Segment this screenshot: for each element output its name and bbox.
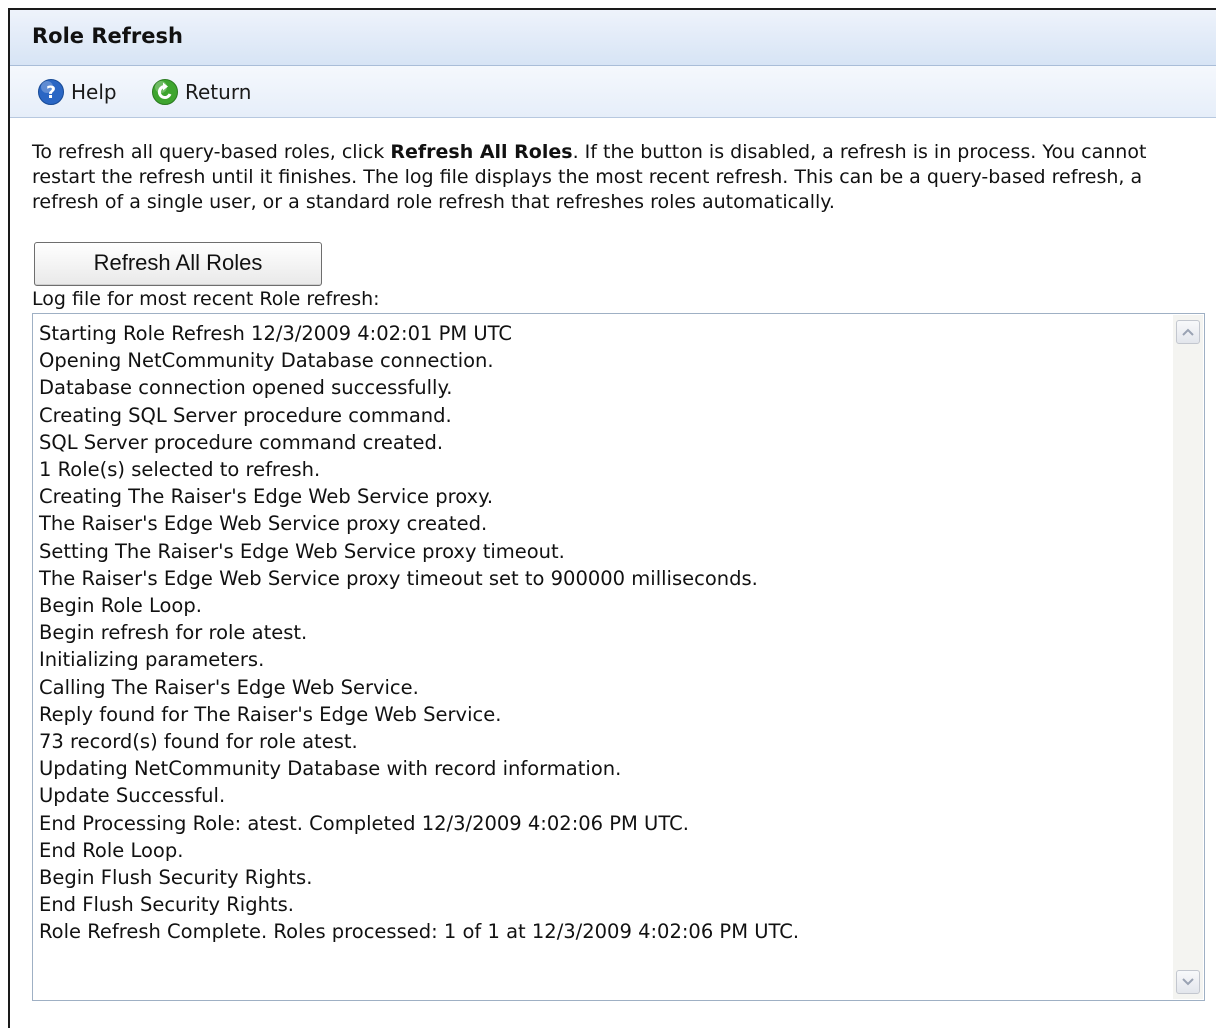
role-refresh-panel: Role Refresh ? Help Return To refresh al… xyxy=(8,8,1216,1028)
help-icon: ? xyxy=(38,79,64,105)
log-line: Setting The Raiser's Edge Web Service pr… xyxy=(39,539,565,563)
log-content: Starting Role Refresh 12/3/2009 4:02:01 … xyxy=(39,320,1164,946)
log-scrollbar[interactable] xyxy=(1173,315,1203,999)
instructions-part1: To refresh all query-based roles, click xyxy=(32,141,391,163)
log-line: 73 record(s) found for role atest. xyxy=(39,730,358,754)
log-line: Opening NetCommunity Database connection… xyxy=(39,349,494,373)
log-label: Log file for most recent Role refresh: xyxy=(32,288,380,310)
log-line: Update Successful. xyxy=(39,784,226,808)
return-link[interactable]: Return xyxy=(151,79,251,105)
log-line: Database connection opened successfully. xyxy=(39,376,453,400)
log-textarea[interactable]: Starting Role Refresh 12/3/2009 4:02:01 … xyxy=(32,313,1205,1001)
svg-text:?: ? xyxy=(46,83,56,103)
scroll-up-button[interactable] xyxy=(1176,320,1200,344)
log-line: Begin Flush Security Rights. xyxy=(39,866,313,890)
log-line: Reply found for The Raiser's Edge Web Se… xyxy=(39,702,502,726)
log-line: Initializing parameters. xyxy=(39,648,265,672)
title-bar: Role Refresh xyxy=(10,10,1216,66)
instructions-bold: Refresh All Roles xyxy=(390,141,573,163)
toolbar: ? Help Return xyxy=(10,66,1216,118)
log-line: End Role Loop. xyxy=(39,838,184,862)
log-line: SQL Server procedure command created. xyxy=(39,430,444,454)
log-line: Begin refresh for role atest. xyxy=(39,621,308,645)
help-label: Help xyxy=(71,80,117,104)
chevron-down-icon xyxy=(1182,978,1194,986)
log-line: End Flush Security Rights. xyxy=(39,893,294,917)
scroll-down-button[interactable] xyxy=(1176,970,1200,994)
refresh-all-roles-button[interactable]: Refresh All Roles xyxy=(34,242,322,286)
log-line: End Processing Role: atest. Completed 12… xyxy=(39,811,689,835)
log-line: The Raiser's Edge Web Service proxy time… xyxy=(39,566,758,590)
instructions-text: To refresh all query-based roles, click … xyxy=(32,140,1202,215)
help-link[interactable]: ? Help xyxy=(37,79,117,105)
page-title: Role Refresh xyxy=(32,24,183,48)
log-line: Creating SQL Server procedure command. xyxy=(39,403,452,427)
log-line: Updating NetCommunity Database with reco… xyxy=(39,757,622,781)
log-line: Starting Role Refresh 12/3/2009 4:02:01 … xyxy=(39,322,513,345)
chevron-up-icon xyxy=(1182,328,1194,336)
return-label: Return xyxy=(185,80,252,104)
log-line: Role Refresh Complete. Roles processed: … xyxy=(39,920,800,944)
log-line: 1 Role(s) selected to refresh. xyxy=(39,458,321,482)
return-icon xyxy=(152,79,178,105)
log-line: Creating The Raiser's Edge Web Service p… xyxy=(39,485,494,509)
log-line: Begin Role Loop. xyxy=(39,594,202,618)
log-line: Calling The Raiser's Edge Web Service. xyxy=(39,675,419,699)
log-line: The Raiser's Edge Web Service proxy crea… xyxy=(39,512,488,536)
